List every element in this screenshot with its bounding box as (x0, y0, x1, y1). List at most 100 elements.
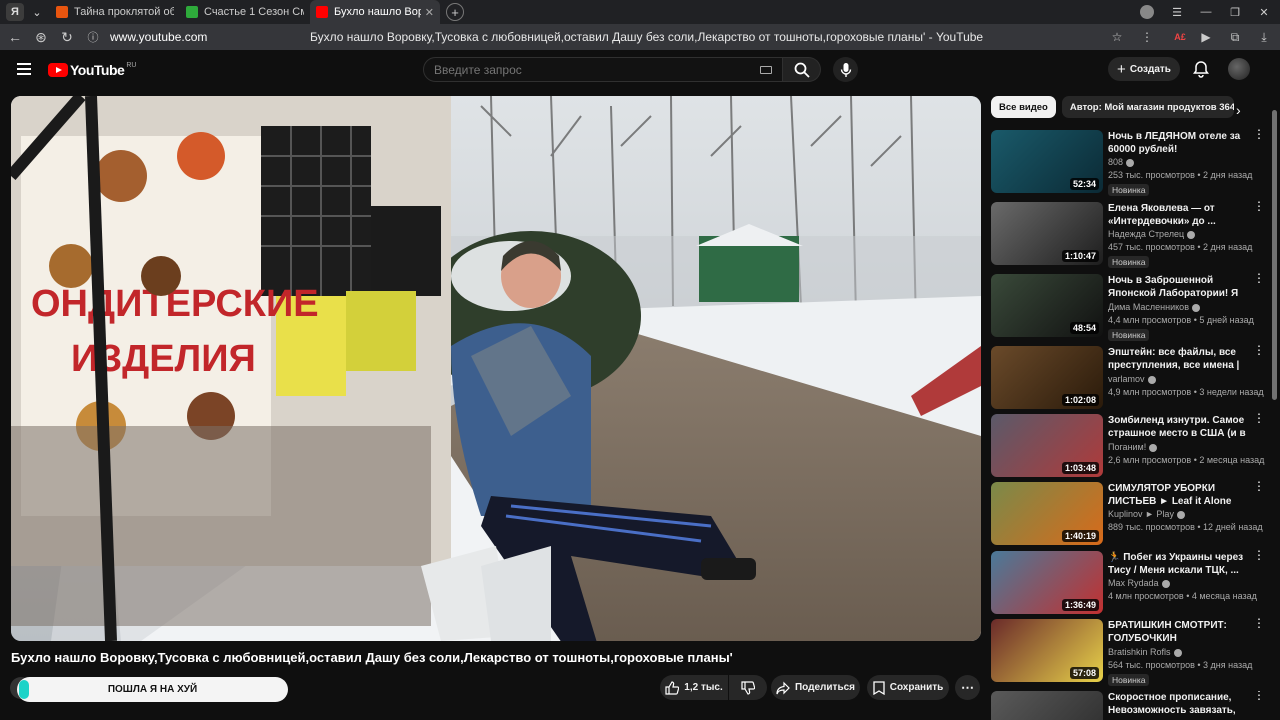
more-vert-icon[interactable]: ⋮ (1253, 128, 1265, 140)
account-avatar[interactable] (1228, 58, 1250, 80)
recommendation-item[interactable]: 1:03:48 Зомбиленд изнутри. Самое страшно… (991, 412, 1271, 480)
more-vert-icon[interactable]: ⋮ (1253, 200, 1265, 212)
like-button[interactable]: 1,2 тыс. (660, 675, 728, 700)
video-title[interactable]: Скоростное прописание, Невозможность зав… (1108, 691, 1246, 718)
subtitle-overlay: ПОШЛА Я НА ХУЙ (17, 677, 288, 702)
media-icon[interactable]: ▶ (1196, 27, 1216, 47)
browser-tab-bar: Я ⌄ Тайна проклятой обител Счастье 1 Сез… (0, 0, 1280, 24)
back-arrow-icon[interactable]: ← (2, 29, 28, 45)
notifications-bell-icon[interactable] (1192, 60, 1210, 78)
like-count: 1,2 тыс. (684, 682, 723, 693)
video-thumbnail[interactable]: 1:02:08 (991, 346, 1103, 409)
verified-icon (1187, 230, 1196, 239)
tabs-list-button[interactable]: ⌄ (28, 3, 46, 21)
tab-1[interactable]: Тайна проклятой обител (50, 0, 180, 24)
video-thumbnail[interactable]: 48:54 (991, 274, 1103, 337)
video-duration: 1:10:47 (1061, 250, 1099, 262)
share-button[interactable]: Поделиться (771, 675, 860, 700)
site-info-icon[interactable]: ⓘ (80, 29, 106, 45)
recommendation-item[interactable]: 1:02:08 Эпштейн: все файлы, все преступл… (991, 344, 1271, 412)
more-vert-icon[interactable]: ⋮ (1253, 412, 1265, 424)
chips-next-chevron-icon[interactable]: › (1236, 102, 1241, 118)
close-tab-icon[interactable]: ✕ (425, 6, 434, 19)
video-title[interactable]: Елена Яковлева — от «Интердевочки» до ..… (1108, 202, 1246, 228)
video-thumbnail[interactable] (991, 691, 1103, 720)
video-title[interactable]: БРАТИШКИН СМОТРИТ: ГОЛУБОЧКИН УНИЧТОЖАЕТ… (1108, 619, 1246, 646)
yandex-menu-button[interactable]: Я (6, 3, 24, 21)
minimize-icon[interactable]: — (1196, 0, 1216, 24)
tab-3-active[interactable]: Бухло нашло Воровку, ✕ (310, 0, 440, 24)
more-vert-icon[interactable]: ⋮ (1253, 549, 1265, 561)
share-label: Поделиться (794, 682, 855, 693)
video-stats: 4,4 млн просмотров • 5 дней назад (1108, 315, 1254, 325)
plus-icon: + (1117, 60, 1126, 78)
video-title[interactable]: Ночь в Заброшенной Японской Лаборатории!… (1108, 274, 1246, 301)
more-vert-icon[interactable]: ⋮ (1253, 617, 1265, 629)
save-button[interactable]: Сохранить (867, 675, 949, 700)
reload-icon[interactable]: ↻ (54, 29, 80, 46)
search-button[interactable] (783, 57, 821, 82)
video-title[interactable]: Ночь в ЛЕДЯНОМ отеле за 60000 рублей! (1108, 130, 1246, 156)
recommendation-item[interactable]: 48:54 Ночь в Заброшенной Японской Лабора… (991, 272, 1271, 341)
recommendation-item[interactable]: 57:08 БРАТИШКИН СМОТРИТ: ГОЛУБОЧКИН УНИЧ… (991, 617, 1271, 686)
video-thumbnail[interactable]: 1:10:47 (991, 202, 1103, 265)
video-player[interactable]: ОНДИТЕРСКИЕ ИЗДЕЛИЯ (11, 96, 981, 641)
channel-name[interactable]: Kuplinov ► Play (1108, 509, 1174, 519)
verified-icon (1126, 158, 1135, 167)
more-vert-icon[interactable]: ⋮ (1253, 272, 1265, 284)
address-domain[interactable]: www.youtube.com (110, 30, 207, 44)
video-thumbnail[interactable]: 1:40:19 (991, 482, 1103, 545)
yandex-home-icon[interactable]: ⊛ (28, 29, 54, 46)
profile-icon[interactable] (1138, 0, 1156, 24)
close-window-icon[interactable]: ✕ (1254, 0, 1274, 24)
recommendation-item[interactable]: 1:36:49 🏃 Побег из Украины через Тису / … (991, 549, 1271, 617)
more-vert-icon[interactable]: ⋮ (1253, 480, 1265, 492)
channel-name[interactable]: Надежда Стрелец (1108, 229, 1184, 239)
channel-name[interactable]: Дима Масленников (1108, 302, 1189, 312)
dislike-button[interactable] (729, 675, 767, 700)
more-actions-button[interactable]: ⋯ (955, 675, 980, 700)
video-title[interactable]: 🏃 Побег из Украины через Тису / Меня иск… (1108, 551, 1246, 577)
sidebar-icon[interactable]: ⧉ (1225, 27, 1245, 47)
recommendation-item[interactable]: Скоростное прописание, Невозможность зав… (991, 691, 1271, 720)
keyboard-icon[interactable] (760, 66, 772, 74)
youtube-logo[interactable]: YouTube RU (48, 62, 136, 78)
bookmark-icon[interactable]: ☆ (1107, 27, 1127, 47)
channel-name[interactable]: 808 (1108, 157, 1123, 167)
video-thumbnail[interactable]: 57:08 (991, 619, 1103, 682)
download-icon[interactable]: ⤓ (1254, 27, 1274, 47)
more-options-icon[interactable]: ⋮ (1137, 27, 1157, 47)
video-thumbnail[interactable]: 1:03:48 (991, 414, 1103, 477)
chip-all-videos[interactable]: Все видео (991, 96, 1056, 118)
video-thumbnail[interactable]: 52:34 (991, 130, 1103, 193)
voice-search-button[interactable] (833, 57, 858, 82)
video-title[interactable]: Эпштейн: все файлы, все преступления, вс… (1108, 346, 1246, 373)
channel-name[interactable]: Max Rydada (1108, 578, 1159, 588)
recommendation-item[interactable]: 1:40:19 СИМУЛЯТОР УБОРКИ ЛИСТЬЕВ ► Leaf … (991, 480, 1271, 548)
video-duration: 48:54 (1069, 322, 1099, 334)
channel-name[interactable]: Поганим! (1108, 442, 1146, 452)
channel-name[interactable]: Bratishkin Rofls (1108, 647, 1171, 657)
recommendation-item[interactable]: 1:10:47 Елена Яковлева — от «Интердевочк… (991, 200, 1271, 268)
bookmarks-menu-icon[interactable]: ☰ (1168, 0, 1186, 24)
new-tab-button[interactable]: + (446, 3, 464, 21)
new-badge: Новинка (1108, 674, 1150, 686)
video-title[interactable]: Зомбиленд изнутри. Самое страшное место … (1108, 414, 1246, 441)
create-button[interactable]: + Создать (1108, 57, 1180, 81)
recommendation-item[interactable]: 52:34 Ночь в ЛЕДЯНОМ отеле за 60000 рубл… (991, 128, 1271, 196)
chip-author[interactable]: Автор: Мой магазин продуктов 364 (1061, 96, 1234, 118)
extension-icon[interactable]: A£ (1170, 27, 1190, 47)
tab-2[interactable]: Счастье 1 Сезон Смотре (180, 0, 310, 24)
restore-icon[interactable]: ❐ (1225, 0, 1245, 24)
search-input[interactable] (423, 57, 783, 82)
address-bar: ← ⊛ ↻ ⓘ www.youtube.com Бухло нашло Воро… (0, 24, 1280, 50)
channel-name[interactable]: varlamov (1108, 374, 1145, 384)
more-vert-icon[interactable]: ⋮ (1253, 691, 1265, 701)
guide-menu-icon[interactable] (17, 63, 31, 75)
video-title[interactable]: СИМУЛЯТОР УБОРКИ ЛИСТЬЕВ ► Leaf it Alone (1108, 482, 1246, 508)
recommendation-filter-chips: Все видео Автор: Мой магазин продуктов 3… (991, 96, 1240, 118)
video-thumbnail[interactable]: 1:36:49 (991, 551, 1103, 614)
page-scrollbar[interactable] (1272, 110, 1277, 400)
video-stats: 889 тыс. просмотров • 12 дней назад (1108, 522, 1263, 532)
more-vert-icon[interactable]: ⋮ (1253, 344, 1265, 356)
